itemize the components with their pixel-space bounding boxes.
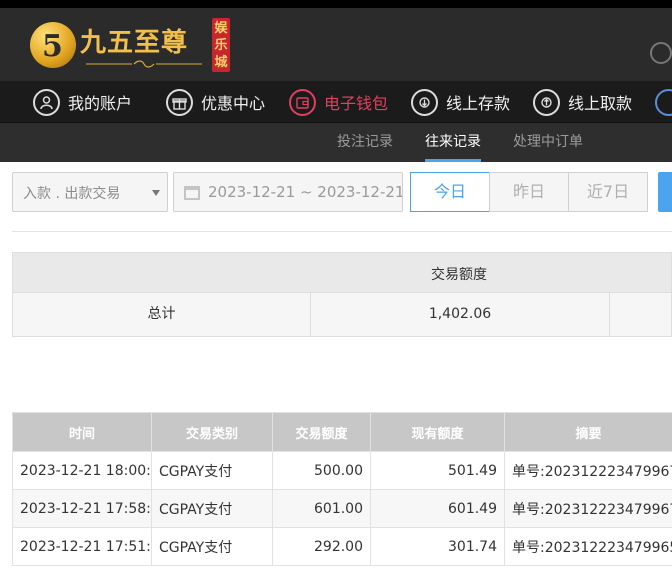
nav-item-label: 优惠中心 — [201, 94, 266, 113]
cell-balance: 501.49 — [370, 451, 505, 490]
main-nav: 我的账户 优惠中心 电子钱包 线上存款 线上取款 — [0, 81, 672, 123]
yesterday-button[interactable]: 昨日 — [489, 172, 569, 212]
logo-tag-text: 娱乐城 — [214, 21, 228, 70]
table-header-row: 时间 交易类别 交易额度 现有额度 摘要 — [12, 412, 672, 452]
calendar-icon — [184, 186, 200, 200]
logo-ornament-icon — [86, 60, 202, 68]
nav-item-online-deposit[interactable]: 线上存款 — [411, 81, 510, 123]
site-logo[interactable]: 5 九五至尊 娱乐城 — [30, 14, 235, 76]
cell-amount: 601.00 — [272, 489, 371, 528]
cell-balance: 601.49 — [370, 489, 505, 528]
nav-item-promotions[interactable]: 优惠中心 — [166, 81, 265, 123]
deposit-icon — [411, 88, 438, 116]
table-row: 2023-12-21 18:00:12 CGPAY支付 500.00 501.4… — [12, 451, 672, 490]
app-root: 5 九五至尊 娱乐城 我的账户 优惠中心 电子钱包 线上存款 线上取款 投注记录… — [0, 0, 672, 571]
column-header-memo: 摘要 — [504, 412, 672, 452]
record-subtabs: 投注记录 往来记录 处理中订单 — [0, 123, 672, 162]
cell-time: 2023-12-21 17:58:14 — [12, 489, 152, 528]
date-range-input[interactable]: 2023-12-21 ~ 2023-12-21 — [173, 172, 403, 212]
user-icon — [33, 88, 60, 116]
tab-bet-records[interactable]: 投注记录 — [337, 123, 393, 162]
column-header-amount: 交易额度 — [272, 412, 371, 452]
column-header-type: 交易类别 — [151, 412, 273, 452]
table-row: 2023-12-21 17:51:46 CGPAY支付 292.00 301.7… — [12, 527, 672, 566]
summary-row-label: 总计 — [13, 293, 311, 336]
cell-memo: 单号:202312223479967842 — [504, 451, 672, 490]
divider — [12, 231, 672, 232]
transaction-table: 时间 交易类别 交易额度 现有额度 摘要 2023-12-21 18:00:12… — [12, 412, 672, 566]
summary-total-row: 总计 1,402.06 — [12, 293, 672, 337]
column-header-time: 时间 — [12, 412, 152, 452]
last-7-days-button[interactable]: 近7日 — [568, 172, 648, 212]
logo-emblem: 5 — [30, 22, 76, 68]
nav-item-my-account[interactable]: 我的账户 — [33, 81, 132, 123]
logo-emblem-char: 5 — [42, 29, 63, 64]
cell-balance: 301.74 — [370, 527, 505, 566]
summary-total-value: 1,402.06 — [311, 293, 610, 336]
cell-type: CGPAY支付 — [151, 489, 273, 528]
nav-item-more[interactable] — [655, 81, 672, 123]
nav-item-label: 电子钱包 — [324, 94, 389, 113]
gift-icon — [166, 88, 193, 116]
more-nav-icon — [655, 88, 672, 116]
table-row: 2023-12-21 17:58:14 CGPAY支付 601.00 601.4… — [12, 489, 672, 528]
date-range-value: 2023-12-21 ~ 2023-12-21 — [208, 183, 403, 201]
cell-type: CGPAY支付 — [151, 527, 273, 566]
logo-name: 九五至尊 — [80, 28, 189, 58]
column-header-balance: 现有额度 — [370, 412, 505, 452]
nav-item-label: 线上存款 — [446, 94, 511, 113]
summary-header: 交易额度 — [12, 252, 672, 293]
wallet-icon — [289, 88, 316, 116]
nav-item-online-withdraw[interactable]: 线上取款 — [533, 81, 632, 123]
withdraw-icon — [533, 88, 560, 116]
cell-type: CGPAY支付 — [151, 451, 273, 490]
chevron-down-icon — [152, 190, 160, 196]
cell-amount: 292.00 — [272, 527, 371, 566]
cell-amount: 500.00 — [272, 451, 371, 490]
today-button[interactable]: 今日 — [410, 172, 490, 212]
nav-item-e-wallet[interactable]: 电子钱包 — [289, 81, 388, 123]
nav-item-label: 我的账户 — [68, 94, 133, 113]
cell-memo: 单号:202312223479965053 — [504, 527, 672, 566]
cell-time: 2023-12-21 18:00:12 — [12, 451, 152, 490]
account-avatar-icon[interactable] — [650, 42, 672, 64]
transaction-type-value: 入款 . 出款交易 — [23, 186, 121, 202]
nav-item-label: 线上取款 — [568, 94, 633, 113]
top-strip — [0, 0, 672, 8]
cell-memo: 单号:202312223479967211 — [504, 489, 672, 528]
summary-header-label: 交易额度 — [431, 267, 487, 283]
logo-tag: 娱乐城 — [212, 18, 230, 72]
transaction-type-select[interactable]: 入款 . 出款交易 — [12, 172, 168, 212]
cell-time: 2023-12-21 17:51:46 — [12, 527, 152, 566]
tab-transaction-records[interactable]: 往来记录 — [425, 123, 481, 162]
search-button[interactable] — [658, 172, 672, 212]
site-header: 5 九五至尊 娱乐城 — [0, 8, 672, 81]
tab-pending-orders[interactable]: 处理中订单 — [513, 123, 583, 162]
